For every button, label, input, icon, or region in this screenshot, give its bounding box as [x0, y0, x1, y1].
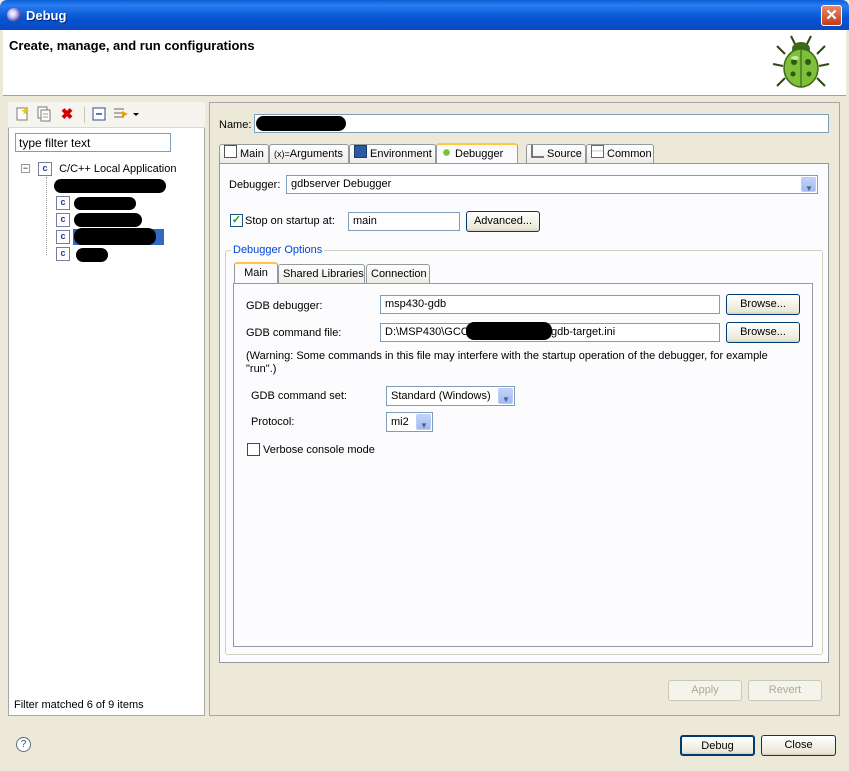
c-app-icon: c — [56, 247, 70, 262]
debug-button[interactable]: Debug — [680, 735, 755, 756]
c-app-icon: c — [56, 230, 70, 245]
tab-main[interactable]: Main — [219, 144, 269, 163]
tree-root-item[interactable]: c C/C++ Local Application — [38, 161, 176, 177]
filter-status: Filter matched 6 of 9 items — [14, 699, 144, 711]
gdb-command-file-label: GDB command file: — [246, 327, 342, 339]
close-button[interactable]: Close — [761, 735, 836, 756]
window-title: Debug — [26, 8, 67, 23]
environment-tab-icon — [354, 145, 367, 158]
tree-item[interactable]: c — [56, 212, 70, 228]
stop-on-startup-checkbox[interactable]: ✓ — [230, 214, 243, 227]
verbose-console-checkbox[interactable] — [247, 443, 260, 456]
gdb-debugger-browse-button[interactable]: Browse... — [726, 294, 800, 315]
common-tab-icon — [591, 145, 604, 158]
apply-button[interactable]: Apply — [668, 680, 742, 701]
new-config-icon[interactable] — [13, 106, 31, 124]
redacted-config-name — [74, 197, 136, 210]
subtab-connection[interactable]: Connection — [366, 264, 430, 283]
eclipse-icon — [7, 8, 21, 22]
tab-environment[interactable]: Environment — [349, 144, 436, 163]
gdb-debugger-label: GDB debugger: — [246, 300, 323, 312]
collapse-all-icon[interactable] — [90, 106, 108, 124]
tab-common[interactable]: Common — [586, 144, 654, 163]
redacted-path-segment — [466, 322, 552, 340]
debugger-options-title: Debugger Options — [231, 244, 325, 256]
redacted-name — [256, 116, 346, 131]
subtab-shared-libraries[interactable]: Shared Libraries — [278, 264, 365, 283]
toolbar-separator — [84, 107, 85, 123]
chevron-down-icon — [498, 388, 513, 409]
tree-item-selected[interactable]: c — [56, 229, 70, 245]
c-app-icon: c — [56, 196, 70, 211]
redacted-config-name[interactable] — [54, 179, 166, 193]
banner: Create, manage, and run configurations — [3, 30, 846, 96]
protocol-label: Protocol: — [251, 416, 295, 428]
gdb-debugger-input[interactable]: msp430-gdb — [380, 295, 720, 314]
help-icon[interactable]: ? — [16, 737, 31, 752]
tree-guide-line — [46, 177, 47, 255]
banner-title: Create, manage, and run configurations — [9, 38, 255, 53]
gdb-command-set-label: GDB command set: — [251, 390, 347, 402]
debugger-select[interactable]: gdbserver Debugger — [286, 175, 818, 197]
delete-icon[interactable]: ✖ — [58, 106, 76, 124]
tab-source[interactable]: Source — [526, 144, 586, 163]
tree-item[interactable]: c — [56, 195, 70, 211]
stop-on-startup-label: Stop on startup at: — [245, 215, 335, 227]
debugger-tab-icon — [441, 147, 452, 158]
duplicate-icon[interactable] — [35, 106, 53, 124]
gdb-command-file-browse-button[interactable]: Browse... — [726, 322, 800, 343]
stop-on-startup-input[interactable]: main — [348, 212, 460, 231]
redacted-config-name — [74, 213, 142, 227]
chevron-down-icon — [416, 414, 431, 435]
protocol-select[interactable]: mi2 — [386, 412, 433, 435]
tree-item[interactable]: c — [56, 246, 70, 262]
warning-text: (Warning: Some commands in this file may… — [246, 350, 768, 375]
source-tab-icon — [531, 145, 544, 158]
bug-icon — [772, 35, 830, 88]
redacted-config-name — [76, 248, 108, 262]
title-bar — [0, 0, 849, 30]
c-app-icon: c — [56, 213, 70, 228]
name-label: Name: — [219, 119, 252, 131]
tree-collapse-toggle[interactable]: − — [21, 164, 30, 173]
advanced-button[interactable]: Advanced... — [466, 211, 540, 232]
chevron-down-icon — [801, 177, 816, 197]
redacted-config-name — [74, 228, 156, 245]
arguments-tab-icon: (x)= — [274, 149, 290, 159]
c-app-icon: c — [38, 162, 52, 177]
revert-button[interactable]: Revert — [748, 680, 822, 701]
main-tab-icon — [224, 145, 237, 158]
tab-arguments[interactable]: (x)=Arguments — [269, 144, 349, 163]
tab-debugger[interactable]: Debugger — [436, 143, 518, 164]
configuration-toolbar: ✖ — [8, 102, 205, 128]
filter-icon[interactable] — [112, 106, 140, 124]
close-window-button[interactable]: ✕ — [821, 5, 842, 26]
filter-input[interactable]: type filter text — [15, 133, 171, 152]
debugger-label: Debugger: — [229, 179, 281, 191]
configuration-list-pane — [8, 102, 205, 716]
gdb-command-set-select[interactable]: Standard (Windows) — [386, 386, 515, 409]
tree-root-label: C/C++ Local Application — [59, 163, 177, 175]
verbose-console-label: Verbose console mode — [263, 444, 375, 456]
subtab-main[interactable]: Main — [234, 262, 278, 283]
